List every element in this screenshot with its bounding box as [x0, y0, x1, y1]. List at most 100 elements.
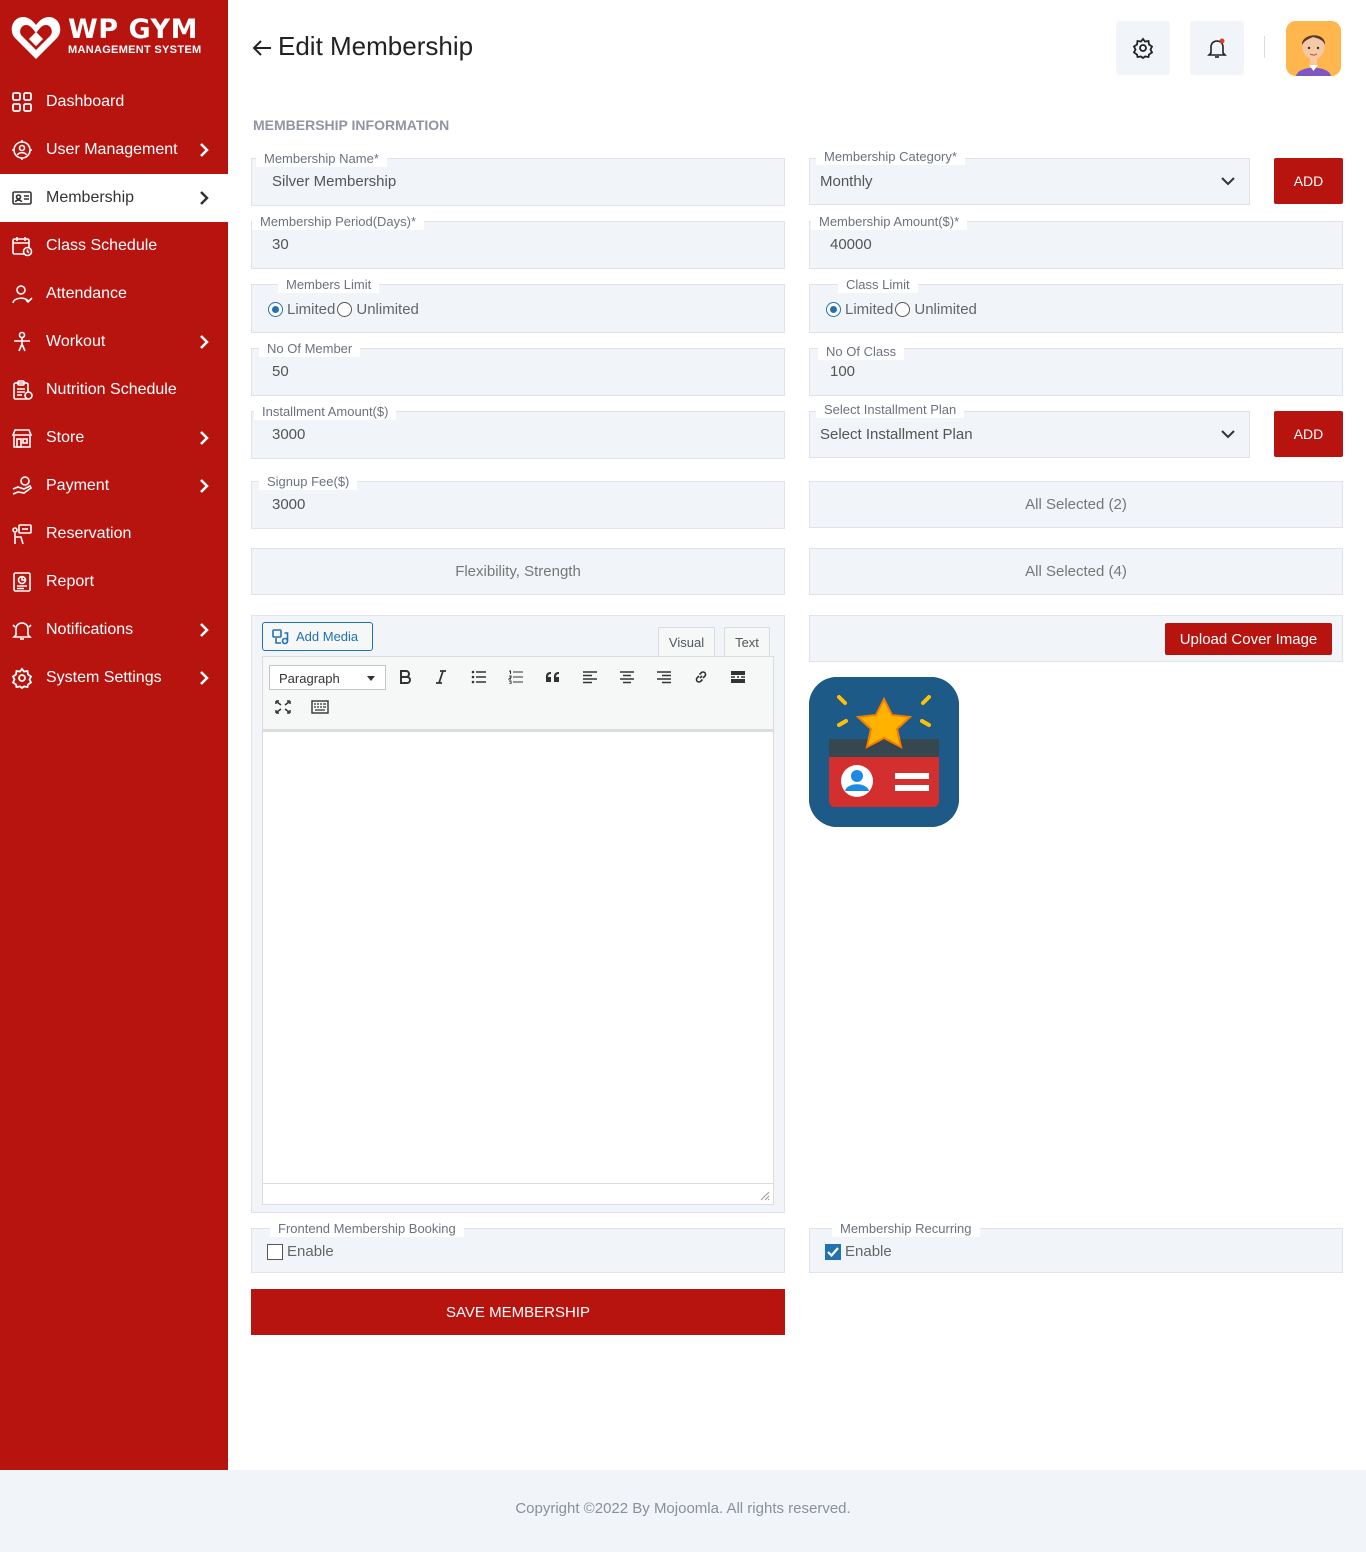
editor-content-area[interactable]: [262, 730, 774, 1184]
tab-visual[interactable]: Visual: [658, 627, 715, 657]
sidebar-item-user-management[interactable]: User Management: [0, 126, 228, 174]
multiselect-value: Flexibility, Strength: [455, 563, 581, 580]
sidebar-item-notifications[interactable]: Notifications: [0, 606, 228, 654]
membership-period-field[interactable]: Membership Period(Days)* 30: [251, 214, 785, 269]
activity-multiselect[interactable]: Flexibility, Strength: [251, 548, 785, 595]
align-right-glyph: [657, 671, 671, 684]
link-icon[interactable]: [689, 665, 713, 689]
field-value: Silver Membership: [272, 173, 397, 190]
bold-glyph: [400, 670, 411, 684]
fullscreen-icon[interactable]: [271, 695, 295, 719]
resize-handle-icon[interactable]: [760, 1191, 770, 1201]
field-label: Membership Category*: [816, 149, 965, 165]
multiselect-value: All Selected (4): [1025, 563, 1127, 580]
radio-label: Limited: [845, 301, 894, 318]
format-select[interactable]: Paragraph: [269, 665, 386, 690]
no-of-class-field[interactable]: No Of Class 100: [809, 344, 1343, 396]
multiselect-dropdown[interactable]: All Selected (4): [809, 548, 1343, 595]
sidebar-item-class-schedule[interactable]: Class Schedule: [0, 222, 228, 270]
sidebar-item-store[interactable]: Store: [0, 414, 228, 462]
align-center-icon[interactable]: [615, 665, 639, 689]
sidebar-item-label: Reservation: [46, 525, 132, 542]
chevron-right-icon: [200, 191, 209, 205]
upload-cover-image-button[interactable]: Upload Cover Image: [1165, 623, 1332, 655]
sidebar-nav: Dashboard User Management Membership Cla…: [0, 78, 228, 702]
field-value: Monthly: [820, 173, 873, 190]
tab-text[interactable]: Text: [724, 627, 770, 657]
class-limit-limited-radio[interactable]: [826, 302, 841, 317]
field-value: 40000: [830, 236, 872, 253]
editor-statusbar: [262, 1183, 774, 1205]
editor-toolbar: Paragraph: [262, 656, 774, 730]
membership-recurring-option: Enable: [824, 1243, 892, 1260]
save-membership-button[interactable]: SAVE MEMBERSHIP: [251, 1289, 785, 1335]
sidebar-item-workout[interactable]: Workout: [0, 318, 228, 366]
chevron-right-icon: [200, 335, 209, 349]
users-gear-icon: [12, 140, 32, 160]
sidebar-item-dashboard[interactable]: Dashboard: [0, 78, 228, 126]
sidebar-item-label: System Settings: [46, 669, 162, 686]
add-media-label: Add Media: [296, 629, 359, 644]
brand-logo[interactable]: WP GYM MANAGEMENT SYSTEM: [10, 12, 220, 62]
members-limit-group: Members Limit Limited Unlimited: [251, 277, 785, 333]
link-glyph: [695, 671, 707, 683]
brand-subtitle: MANAGEMENT SYSTEM: [68, 44, 202, 56]
italic-icon[interactable]: [429, 665, 453, 689]
sidebar-item-label: Report: [46, 573, 95, 590]
add-media-button[interactable]: Add Media: [262, 622, 373, 651]
quote-glyph: [546, 672, 559, 682]
numbered-list-icon[interactable]: [504, 665, 528, 689]
add-installment-plan-button[interactable]: ADD: [1274, 411, 1343, 457]
checkbox-label: Enable: [287, 1243, 334, 1260]
field-label: No Of Class: [818, 344, 905, 360]
align-left-icon[interactable]: [578, 665, 602, 689]
sidebar-item-membership[interactable]: Membership: [0, 174, 228, 222]
header-divider: [1264, 36, 1265, 58]
radio-label: Unlimited: [356, 301, 419, 318]
membership-name-field[interactable]: Membership Name* Silver Membership: [251, 151, 785, 206]
format-select-value: Paragraph: [279, 671, 340, 686]
field-label: Membership Period(Days)*: [252, 214, 425, 230]
notifications-button[interactable]: [1190, 21, 1244, 75]
membership-category-select[interactable]: Membership Category* Monthly: [809, 149, 1250, 205]
radio-label: Unlimited: [914, 301, 977, 318]
add-category-button[interactable]: ADD: [1274, 158, 1343, 204]
field-label: Membership Amount($)*: [811, 214, 968, 230]
settings-button[interactable]: [1116, 21, 1170, 75]
keyboard-toolbar-toggle-icon[interactable]: [308, 695, 332, 719]
sidebar-item-payment[interactable]: Payment: [0, 462, 228, 510]
installment-plan-select[interactable]: Select Installment Plan Select Installme…: [809, 402, 1250, 458]
field-label: Frontend Membership Booking: [270, 1221, 464, 1237]
blockquote-icon[interactable]: [541, 665, 565, 689]
class-limit-unlimited-radio[interactable]: [895, 302, 911, 317]
numbered-list-glyph: [508, 670, 523, 684]
bold-icon[interactable]: [393, 665, 417, 689]
fullscreen-glyph: [275, 700, 291, 714]
installment-amount-field[interactable]: Installment Amount($) 3000: [251, 404, 785, 459]
membership-recurring-checkbox[interactable]: [825, 1243, 841, 1260]
frontend-booking-checkbox[interactable]: [267, 1243, 283, 1260]
signup-fee-field[interactable]: Signup Fee($) 3000: [251, 474, 785, 529]
chevron-right-icon: [200, 479, 209, 493]
field-label: Installment Amount($): [254, 404, 397, 420]
sidebar-item-nutrition-schedule[interactable]: Nutrition Schedule: [0, 366, 228, 414]
align-left-glyph: [583, 671, 597, 684]
sidebar-item-label: Store: [46, 429, 85, 446]
read-more-icon[interactable]: [726, 665, 750, 689]
sidebar-item-attendance[interactable]: Attendance: [0, 270, 228, 318]
membership-amount-field[interactable]: Membership Amount($)* 40000: [809, 214, 1343, 269]
sidebar-item-reservation[interactable]: Reservation: [0, 510, 228, 558]
sidebar-item-report[interactable]: Report: [0, 558, 228, 606]
members-limit-limited-radio[interactable]: [268, 302, 283, 317]
bulleted-list-icon[interactable]: [467, 665, 491, 689]
members-limit-unlimited-radio[interactable]: [337, 302, 353, 317]
members-limit-options: Limited Unlimited: [266, 301, 419, 318]
align-center-glyph: [620, 671, 634, 684]
multiselect-dropdown[interactable]: All Selected (2): [809, 481, 1343, 528]
no-of-member-field[interactable]: No Of Member 50: [251, 341, 785, 396]
heart-logo-icon: [11, 17, 61, 59]
align-right-icon[interactable]: [652, 665, 676, 689]
avatar[interactable]: [1286, 21, 1341, 76]
sidebar-item-system-settings[interactable]: System Settings: [0, 654, 228, 702]
back-arrow-icon[interactable]: [251, 37, 273, 59]
